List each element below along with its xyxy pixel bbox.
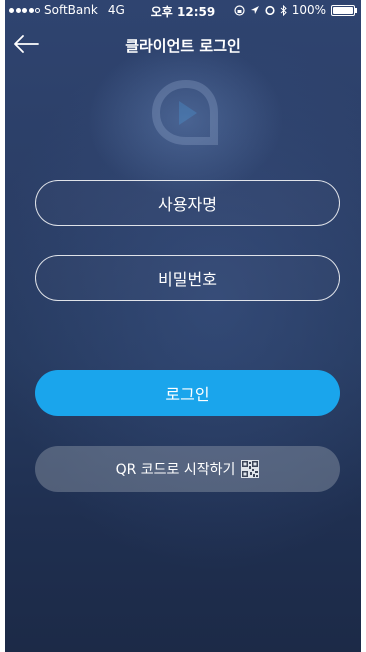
location-icon [250,6,259,14]
bluetooth-icon [280,4,287,16]
username-field[interactable]: 사용자명 [35,180,340,226]
page-title: 클라이언트 로그인 [125,37,241,55]
status-bar: SoftBank 4G 오후 12:59 100% [5,0,361,20]
battery-icon [331,4,357,16]
rotation-lock-icon [234,4,245,16]
username-placeholder: 사용자명 [158,195,217,214]
qr-code-icon [241,460,260,478]
password-field[interactable]: 비밀번호 [35,255,340,301]
battery-percent: 100% [291,3,326,17]
password-placeholder: 비밀번호 [158,270,217,289]
app-logo-icon [151,80,218,145]
login-button[interactable]: 로그인 [35,370,340,416]
qr-button-label: QR 코드로 시작하기 [115,462,236,478]
qr-login-button[interactable]: QR 코드로 시작하기 [35,446,340,492]
status-right: 100% [234,3,357,17]
login-button-label: 로그인 [165,385,210,404]
login-screen: SoftBank 4G 오후 12:59 100% 클라이언트 로그인 사용자명… [5,0,361,652]
alarm-icon [265,5,275,15]
